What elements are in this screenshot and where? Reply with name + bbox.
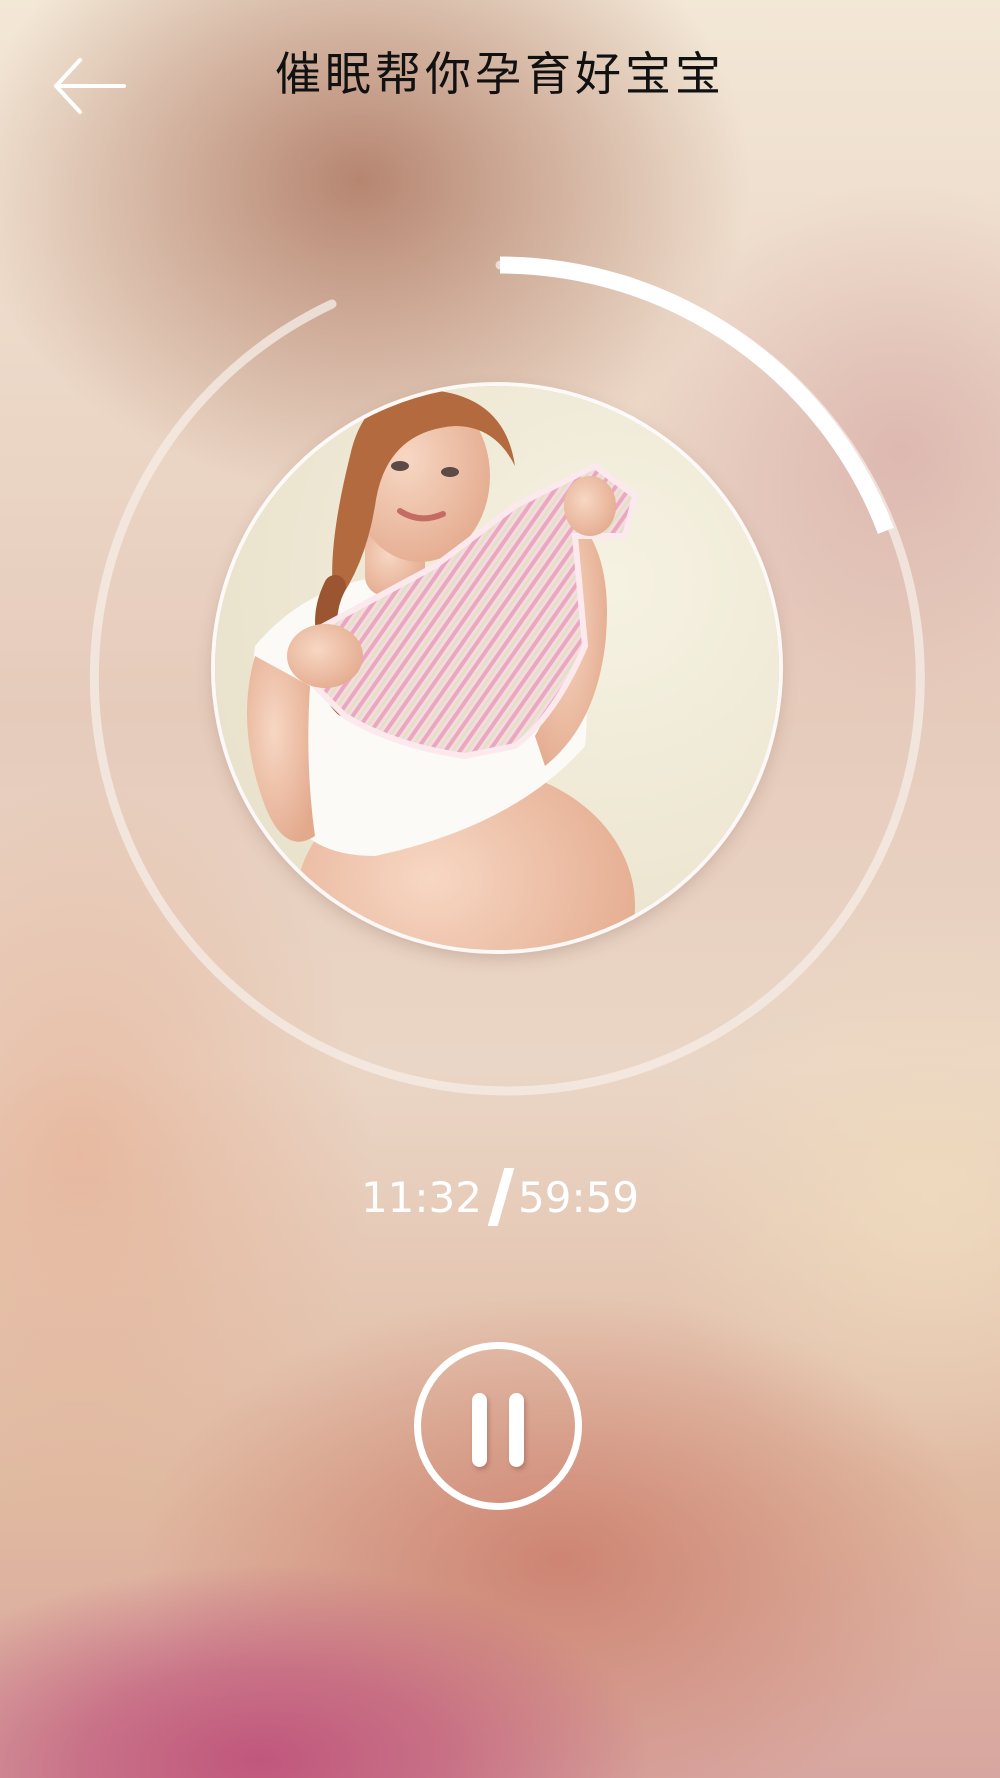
time-display: 11:32 59:59 — [0, 1168, 1000, 1228]
audio-player: 11:32 59:59 — [0, 0, 1000, 1778]
pause-icon-bar-left — [472, 1393, 487, 1467]
total-time: 59:59 — [518, 1172, 640, 1222]
pause-button[interactable] — [414, 1342, 582, 1510]
time-separator — [487, 1168, 515, 1226]
album-cover — [215, 386, 779, 950]
pause-icon-bar-right — [509, 1393, 524, 1467]
current-time: 11:32 — [360, 1172, 482, 1222]
album-cover-image — [215, 386, 779, 950]
